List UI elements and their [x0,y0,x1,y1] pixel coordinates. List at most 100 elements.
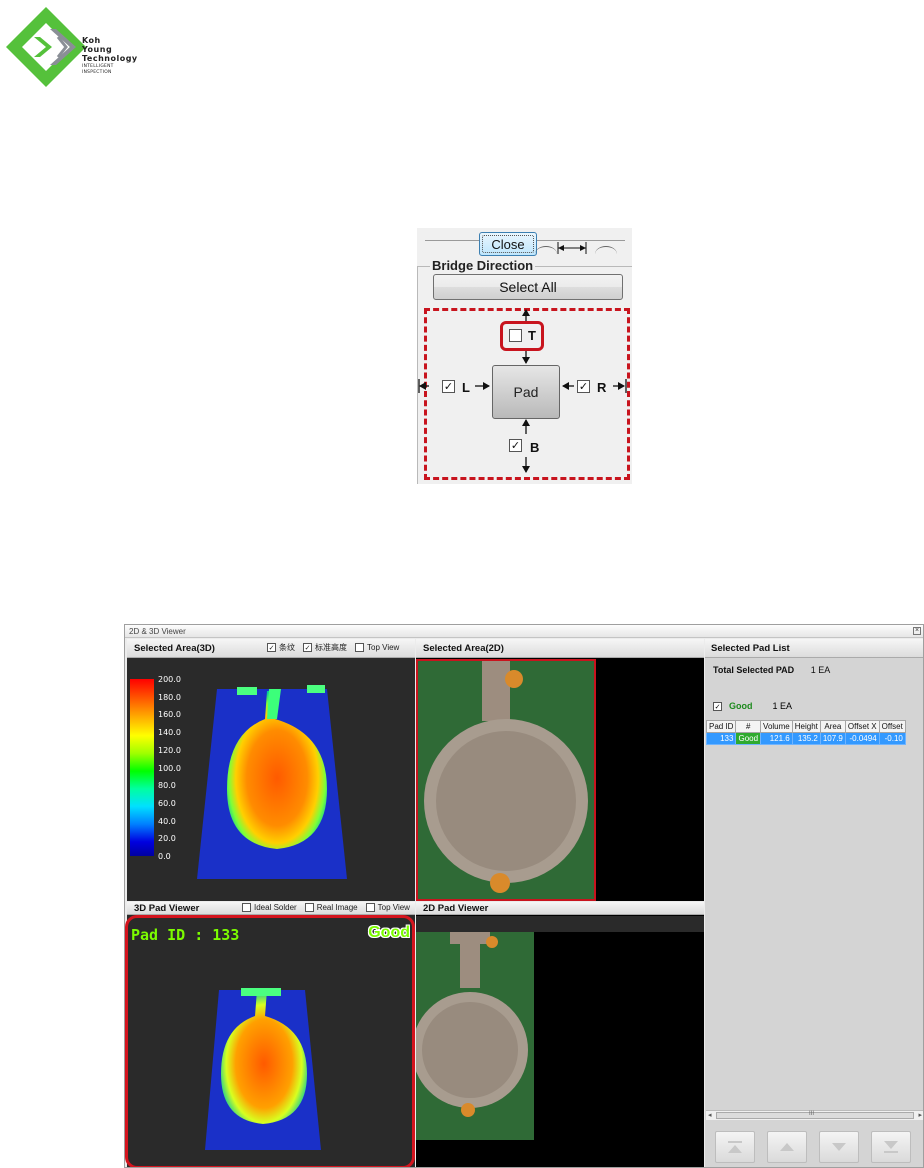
stripe-label: 条纹 [279,643,295,652]
up-icon [780,1143,794,1151]
top-view-pad-option[interactable]: Top View [365,903,410,913]
table-cell: -0.0494 [844,732,880,745]
top-direction-checkbox[interactable] [509,329,522,342]
standard-height-label: 标准高度 [315,643,347,652]
next-pad-button[interactable] [819,1131,859,1163]
window-close-icon[interactable]: × [913,627,921,635]
top-direction-label: T [528,328,536,343]
pad-list-column-header[interactable]: # [735,720,762,733]
stripe-checkbox[interactable]: ✓ [267,643,276,653]
logo-line-2: Young [82,45,113,54]
viewer-window-title: 2D & 3D Viewer [129,627,186,636]
table-cell: Good [735,732,762,745]
pad-list-column-header[interactable]: Height [791,720,821,733]
pad-2d-photo-icon [416,932,528,1117]
first-pad-button[interactable] [715,1131,755,1163]
top-view-3d-option[interactable]: Top View [355,643,399,653]
pad-2d-image [416,932,534,1140]
real-image-checkbox[interactable] [304,903,314,913]
total-selected-row: Total Selected PAD 1 EA [713,665,830,675]
color-scale-tick: 100.0 [158,763,181,773]
color-scale-tick: 40.0 [158,816,176,826]
pad-list-column-header[interactable]: Pad ID [706,720,737,733]
pad-viewer-2d-header: 2D Pad Viewer [416,902,704,915]
pad-button[interactable]: Pad [492,365,560,419]
logo-tagline-1: INTELLIGENT [82,64,114,69]
left-direction-label: L [462,380,470,395]
table-cell: -0.10 [878,732,906,745]
color-scale-tick: 140.0 [158,728,181,738]
total-selected-value: 1 EA [810,665,831,675]
logo-mark-icon [6,7,86,87]
viewer-titlebar: 2D & 3D Viewer × [125,625,923,638]
selected-area-2d-header: Selected Area(2D) [416,639,704,658]
selected-area-2d-title: Selected Area(2D) [423,643,504,654]
selected-pad-list-title: Selected Pad List [711,643,790,654]
table-cell: 107.9 [819,732,846,745]
pad-viewer-2d-panel: 2D Pad Viewer [416,902,704,1167]
bottom-direction-checkbox[interactable]: ✓ [509,439,522,452]
scroll-grip: III [809,1111,815,1117]
real-image-option[interactable]: Real Image [304,903,358,913]
pad-list-column-header[interactable]: Area [819,720,846,733]
scroll-thumb[interactable]: III [716,1111,914,1119]
pad-list-column-header[interactable]: Offset [878,720,906,733]
real-image-label: Real Image [316,903,358,912]
pad-list-header-row: Pad ID # Volume Height Area Offset X Offset [706,720,906,733]
stripe-option[interactable]: ✓ 条纹 [267,643,295,653]
table-cell: 135.2 [791,732,821,745]
previous-pad-button[interactable] [767,1131,807,1163]
solder-2d-photo-icon [424,661,588,893]
color-scale-tick: 80.0 [158,781,176,791]
height-color-scale [130,679,154,856]
table-row[interactable]: 133 Good 121.6 135.2 107.9 -0.0494 -0.10 [706,732,906,745]
scroll-left-icon[interactable]: ◂ [708,1111,712,1119]
bottom-direction-label: B [530,440,540,455]
viewer-window: 2D & 3D Viewer × Selected Area(3D) ✓ 条纹 ✓… [124,624,924,1168]
ideal-solder-label: Ideal Solder [254,903,297,912]
logo-line-3: Technology [82,54,138,63]
down-icon [832,1143,846,1151]
direction-arrows-icon [418,309,627,473]
right-direction-checkbox[interactable]: ✓ [577,380,590,393]
color-scale-tick: 200.0 [158,675,181,684]
left-direction-checkbox[interactable]: ✓ [442,380,455,393]
top-view-pad-checkbox[interactable] [365,903,375,913]
logo-line-1: Koh [82,36,101,45]
last-icon [884,1141,898,1153]
pad-viewer-highlight [125,915,415,1167]
pad-list-column-header[interactable]: Offset X [844,720,880,733]
good-filter-label: Good [729,701,753,711]
total-selected-label: Total Selected PAD [713,665,795,675]
ideal-solder-checkbox[interactable] [242,903,251,913]
scroll-right-icon[interactable]: ▸ [918,1111,922,1119]
ideal-solder-option[interactable]: Ideal Solder [242,903,297,913]
pad-viewer-2d-title: 2D Pad Viewer [423,903,489,914]
selected-area-3d-title: Selected Area(3D) [134,643,215,654]
good-filter-value: 1 EA [772,701,793,711]
standard-height-option[interactable]: ✓ 标准高度 [303,643,347,653]
selected-area-3d-header: Selected Area(3D) ✓ 条纹 ✓ 标准高度 Top View [127,639,415,658]
pad-viewer-3d-header: 3D Pad Viewer Ideal Solder Real Image To… [127,902,415,915]
standard-height-checkbox[interactable]: ✓ [303,643,312,653]
color-scale-tick: 180.0 [158,692,181,702]
good-filter-checkbox[interactable]: ✓ [713,701,722,711]
top-direction-highlight [500,321,544,351]
pad-button-label: Pad [513,384,539,400]
pad-list-body: 133 Good 121.6 135.2 107.9 -0.0494 -0.10 [706,732,906,745]
bridge-direction-panel: Close Bridge Direction Select All T ✓ L … [417,228,632,484]
color-scale-tick: 60.0 [158,798,176,808]
top-view-3d-label: Top View [367,643,400,652]
right-direction-label: R [597,380,607,395]
table-cell: 121.6 [760,732,793,745]
pad-list-column-header[interactable]: Volume [760,720,793,733]
table-cell: 133 [706,732,737,745]
pad-viewer-2d-strip [416,916,704,932]
selected-area-2d-panel: Selected Area(2D) [416,639,704,901]
last-pad-button[interactable] [871,1131,911,1163]
company-logo: Koh Young Technology INTELLIGENT INSPECT… [6,7,166,87]
top-view-3d-checkbox[interactable] [355,643,364,653]
pad-list-table: Pad ID # Volume Height Area Offset X Offset 13… [706,720,906,745]
pad-list-hscroll[interactable]: ◂ III ▸ [706,1110,923,1120]
logo-tagline-2: INSPECTION [82,70,112,75]
